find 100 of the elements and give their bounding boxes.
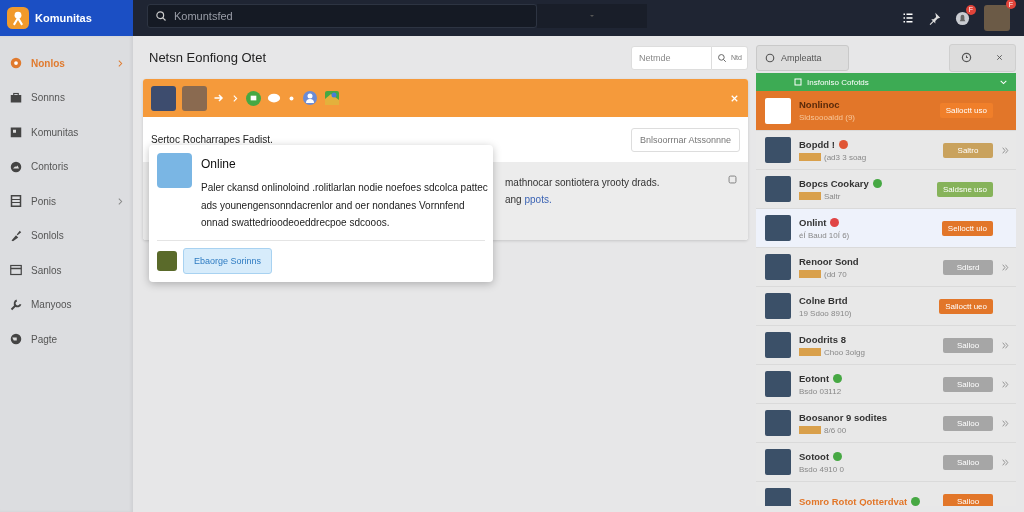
thumbnail-placeholder	[765, 97, 791, 124]
row-subtitle: Sldsoooaldd (9)	[799, 113, 856, 122]
row-title: Renoor Sond	[799, 255, 859, 267]
row-button[interactable]: Selloctt ulo	[941, 220, 993, 236]
row-subtitle: (dd 70	[824, 269, 847, 279]
search-icon	[717, 52, 728, 63]
panel-title: Insfonlso Cofotds	[807, 77, 870, 87]
body-text: ang ppots.	[505, 193, 553, 207]
circle-icon	[10, 57, 22, 70]
avatar-placeholder	[157, 250, 177, 271]
row-title: Bopcs Cookary	[799, 177, 869, 189]
list-row[interactable]: Doodrits 8 Choo 3olgg Salloo	[756, 326, 1016, 365]
pin-icon[interactable]	[928, 11, 941, 25]
chevron-icon[interactable]	[1001, 458, 1010, 467]
wrench-icon	[10, 298, 22, 311]
row-subtitle: 8/6 00	[824, 425, 847, 435]
row-subtitle: éÍ Baud 10Í 6)	[799, 230, 850, 240]
intro-text: Sertoc Rocharrapes Fadist.	[151, 134, 273, 145]
list-row[interactable]: Nonlinoc Sldsoooaldd (9) Salloctt uso	[756, 91, 1016, 131]
page-title: Netsn Eonfiong Otet	[149, 50, 268, 65]
filter-field[interactable]: Netmde	[631, 45, 712, 70]
chevron-icon[interactable]	[1001, 341, 1010, 350]
row-subtitle: Choo 3olgg	[824, 347, 865, 357]
chat-icon[interactable]	[246, 90, 261, 106]
grid-list-icon[interactable]	[902, 12, 914, 24]
sidebar-item[interactable]: Manyoos	[0, 287, 133, 322]
thumbnail-placeholder	[765, 215, 791, 241]
avatar-placeholder	[157, 153, 192, 188]
body-text: mathnocar sontiotera yrooty drads.	[505, 176, 661, 190]
message-icon[interactable]	[267, 91, 281, 105]
search-icon	[155, 10, 167, 22]
list-row[interactable]: Colne Brtd 19 Sdoo 8910) Salloctt ueo	[756, 287, 1016, 326]
secondary-button[interactable]: Bnlsoorrnar Atssonnne	[630, 127, 740, 152]
row-title: Bopdd !	[799, 138, 835, 150]
list-row[interactable]: Bopcs Cookary Saltr Saldsne uso	[756, 170, 1016, 209]
photo-placeholder	[182, 85, 207, 111]
row-subtitle: Saltr	[824, 191, 841, 201]
row-title: Doodrits 8	[799, 333, 846, 345]
circle-icon	[765, 52, 775, 63]
app-name: Komunitas	[35, 12, 92, 24]
text-link[interactable]: ppots.	[524, 194, 552, 205]
row-button[interactable]: Salloctt ueo	[939, 298, 993, 314]
chevron-icon[interactable]	[1001, 419, 1010, 428]
row-subtitle: Bsdo 03112	[799, 386, 842, 396]
document-icon	[10, 195, 22, 208]
list-row[interactable]: Sotoot Bsdo 4910 0 Salloo	[756, 443, 1016, 482]
row-title: Colne Brtd	[799, 294, 848, 306]
row-subtitle: Bsdo 4910 0	[799, 464, 844, 474]
calendar-icon	[10, 126, 22, 139]
action-button[interactable]: Ampleatta	[756, 44, 849, 71]
sidebar-item[interactable]: Sanlos	[0, 253, 133, 288]
row-button[interactable]: Salloctt uso	[939, 103, 993, 118]
list-row[interactable]: Eotont Bsdo 03112 Salloo	[756, 365, 1016, 404]
briefcase-icon	[10, 91, 22, 104]
chevron-icon[interactable]	[1001, 146, 1010, 155]
caret-icon	[588, 12, 596, 20]
popover-button[interactable]: Ebaorge Sorinns	[183, 247, 273, 274]
list-row[interactable]: Somro Rotot Qotterdvat Salloo	[756, 482, 1016, 506]
sidebar-item[interactable]: Sonnns	[0, 80, 133, 115]
row-title: Eotont	[799, 372, 830, 384]
panel-header[interactable]: Insfonlso Cofotds	[756, 73, 1016, 91]
thumbnail-placeholder	[765, 254, 791, 280]
sidebar-item[interactable]: Pagte	[0, 322, 133, 357]
list-row[interactable]: Renoor Sond (dd 70 Sdlsrd	[756, 248, 1016, 287]
chevron-icon[interactable]	[1001, 263, 1010, 272]
chevron-icon[interactable]	[231, 93, 240, 103]
row-title: Onlint	[799, 216, 827, 228]
thumbnail-placeholder	[765, 371, 791, 397]
popover-title: Online	[201, 157, 237, 171]
map-icon[interactable]	[324, 90, 340, 106]
sidebar-item[interactable]: Komunitas	[0, 115, 133, 150]
clock-icon[interactable]	[961, 52, 973, 63]
row-title: Boosanor 9 sodites	[799, 411, 888, 423]
thumbnail-placeholder	[765, 332, 791, 358]
sidebar-item[interactable]: Sonlols	[0, 218, 133, 253]
square-icon[interactable]	[727, 174, 738, 185]
thumbnail-placeholder	[765, 176, 791, 202]
window-icon	[10, 264, 22, 277]
search-field[interactable]: Komuntsfed	[147, 4, 537, 28]
row-title: Somro Rotot Qotterdvat	[799, 495, 908, 506]
chevron-icon[interactable]	[1001, 380, 1010, 389]
arrow-icon[interactable]	[213, 92, 225, 104]
thumbnail-placeholder	[765, 137, 791, 163]
close-icon[interactable]	[994, 53, 1004, 62]
sidebar-item[interactable]: Ponis	[0, 184, 133, 219]
list-row[interactable]: Boosanor 9 sodites 8/6 00 Salloo	[756, 404, 1016, 443]
row-button[interactable]: Salloo	[943, 493, 993, 506]
photo-placeholder	[151, 85, 176, 111]
row-title: Nonlinoc	[799, 99, 840, 110]
user-icon[interactable]	[302, 90, 318, 106]
popover-text: Paler ckansd onlinoloind .rolitlarlan nodie noefoes sdcolca pattec ads younengensonndacrenlor and oer nondanes Vornnfend onnad swattedrioodeoeddrecpoe sdcooos.	[201, 181, 489, 230]
list-row[interactable]: Bopdd ! (ad3 3 soag Saltro	[756, 131, 1016, 170]
dropdown-field[interactable]	[537, 4, 647, 28]
brush-icon	[10, 229, 22, 242]
sidebar-item[interactable]: Contoris	[0, 149, 133, 184]
thumbnail-placeholder	[765, 410, 791, 436]
list-row[interactable]: Onlint éÍ Baud 10Í 6) Selloctt ulo	[756, 209, 1016, 248]
thumbnail-placeholder	[765, 293, 791, 319]
thumbnail-placeholder	[765, 449, 791, 475]
row-subtitle: 19 Sdoo 8910)	[799, 308, 852, 318]
